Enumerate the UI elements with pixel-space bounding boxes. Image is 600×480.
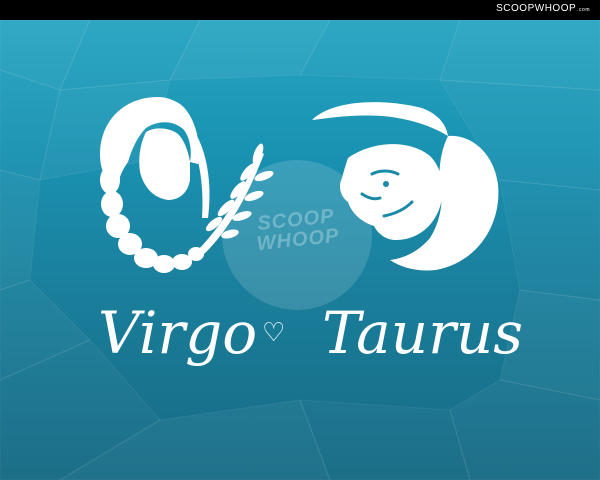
virgo-label: Virgo: [98, 299, 258, 367]
brand-logo: SCOOPWHOOP.com: [496, 3, 590, 14]
zodiac-card: SCOOPWHOOP.com SCOOP WHOOP Virgo ♡ Tauru…: [0, 0, 600, 480]
heart-icon: ♡: [262, 318, 286, 348]
taurus-label: Taurus: [322, 299, 523, 367]
top-bar: SCOOPWHOOP.com: [0, 0, 600, 20]
taurus-icon: [312, 102, 499, 271]
virgo-icon: [100, 97, 274, 273]
